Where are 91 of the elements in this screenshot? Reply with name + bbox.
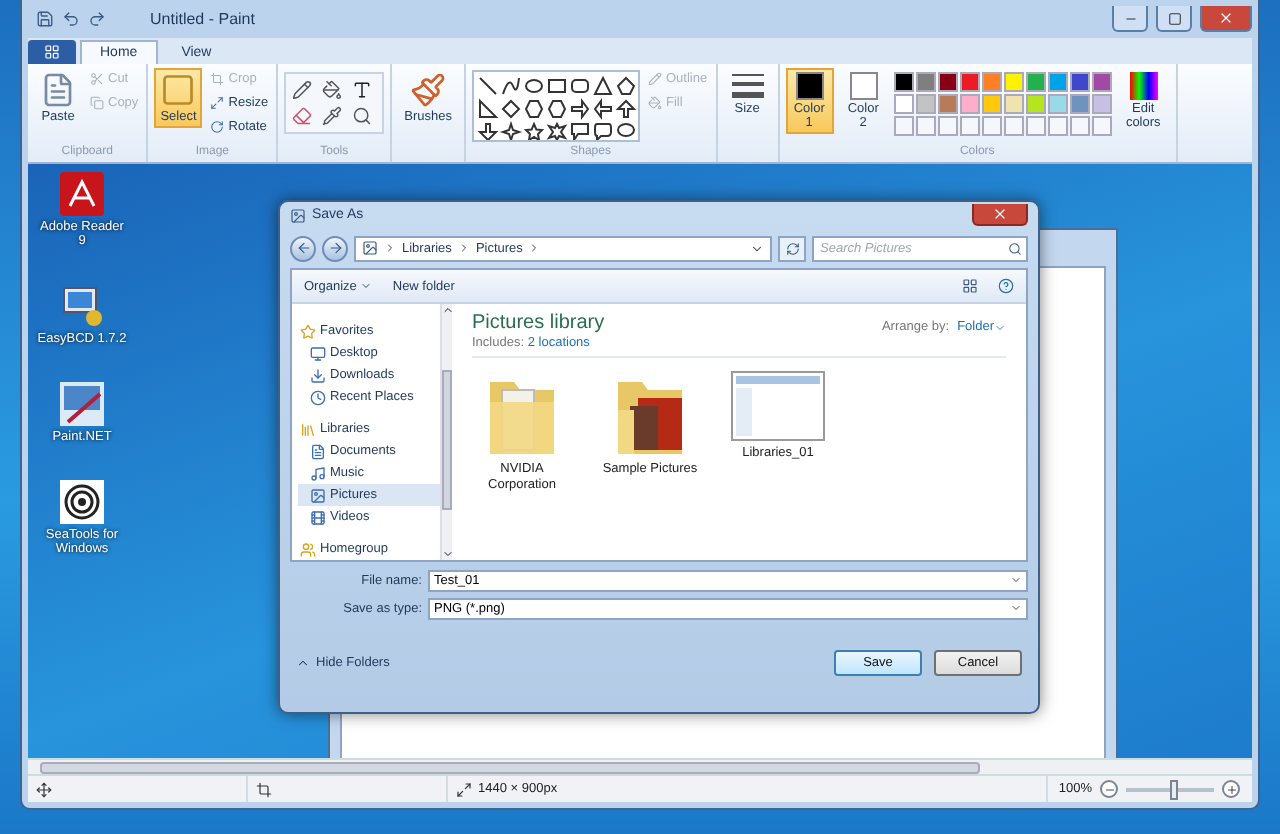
- close-icon: [1218, 10, 1234, 26]
- picture-icon: [310, 487, 326, 503]
- computer-icon: [60, 284, 104, 328]
- plus-icon: [1225, 783, 1237, 795]
- selection-size-icon: [256, 781, 272, 797]
- zoom-in-button[interactable]: [1222, 780, 1240, 798]
- palette-swatch[interactable]: [915, 94, 936, 114]
- horizontal-scrollbar[interactable]: [28, 758, 1252, 774]
- chevron-icon: [528, 242, 541, 254]
- download-icon: [310, 367, 326, 383]
- rotate-icon: [210, 120, 225, 134]
- forward-button[interactable]: [322, 235, 348, 261]
- palette-swatch[interactable]: [893, 72, 914, 92]
- shape-gallery[interactable]: [472, 70, 640, 142]
- search-icon: [1008, 241, 1022, 255]
- palette-swatch[interactable]: [959, 94, 980, 114]
- fill-bucket-icon[interactable]: [322, 80, 343, 100]
- palette-swatch[interactable]: [1069, 72, 1090, 92]
- minimize-button[interactable]: [1112, 6, 1148, 32]
- canvas-size-icon: [456, 781, 472, 797]
- save-icon[interactable]: [36, 10, 54, 28]
- palette-swatch[interactable]: [915, 72, 936, 92]
- paint-app-icon: [60, 382, 104, 426]
- monitor-icon: [310, 345, 326, 361]
- palette-swatch[interactable]: [1069, 94, 1090, 114]
- clock-icon: [310, 389, 326, 405]
- copy-icon: [90, 96, 104, 110]
- refresh-button[interactable]: [778, 235, 806, 261]
- resize-arrows-icon: [210, 96, 225, 110]
- palette-swatch[interactable]: [937, 94, 958, 114]
- close-button[interactable]: [972, 204, 1028, 226]
- palette-swatch[interactable]: [981, 72, 1002, 92]
- back-arrow-icon: [295, 240, 311, 256]
- brush-icon: [410, 72, 447, 108]
- square-icon: [1167, 11, 1181, 25]
- film-icon: [310, 509, 326, 525]
- palette-swatch[interactable]: [981, 94, 1002, 114]
- chevron-icon: [457, 242, 470, 254]
- library-title: Pictures library: [472, 312, 605, 334]
- fill-bucket-icon: [648, 96, 662, 110]
- color-picker-icon[interactable]: [322, 106, 343, 126]
- scrollbar[interactable]: [440, 304, 452, 560]
- window-title: Untitled - Paint: [150, 10, 255, 28]
- eraser-icon[interactable]: [292, 106, 313, 126]
- palette-swatch[interactable]: [1091, 94, 1112, 114]
- minus-icon: [1103, 783, 1115, 795]
- disk-app-icon: [60, 480, 104, 524]
- refresh-icon: [785, 241, 799, 255]
- palette-swatch[interactable]: [937, 72, 958, 92]
- grid-icon: [44, 44, 60, 60]
- clipboard-icon: [40, 72, 76, 108]
- palette-swatch[interactable]: [893, 94, 914, 114]
- zoom-slider-thumb[interactable]: [1170, 779, 1179, 799]
- line-width-icon: [731, 72, 764, 100]
- paint-menu-button[interactable]: [28, 40, 76, 64]
- palette-swatch[interactable]: [1047, 72, 1068, 92]
- drawing-canvas[interactable]: [28, 164, 1252, 758]
- palette-swatch[interactable]: [1025, 94, 1046, 114]
- document-icon: [310, 443, 326, 459]
- view-options-icon[interactable]: [962, 278, 978, 294]
- zoom-out-button[interactable]: [1100, 780, 1118, 798]
- palette-swatch[interactable]: [1047, 94, 1068, 114]
- close-icon: [992, 206, 1008, 222]
- redo-icon[interactable]: [88, 10, 106, 28]
- cursor-position-icon: [36, 781, 52, 797]
- palette-swatch[interactable]: [1003, 72, 1024, 92]
- palette-swatch[interactable]: [1025, 72, 1046, 92]
- palette-swatch[interactable]: [1091, 72, 1112, 92]
- pdf-app-icon: [60, 172, 104, 216]
- forward-arrow-icon: [327, 240, 343, 256]
- undo-icon[interactable]: [62, 10, 80, 28]
- dropdown-icon: [750, 241, 764, 255]
- palette-swatch[interactable]: [1003, 94, 1024, 114]
- chevron-icon: [384, 242, 396, 254]
- people-icon: [300, 541, 316, 557]
- back-button[interactable]: [290, 235, 316, 261]
- music-icon: [310, 465, 326, 481]
- text-icon[interactable]: [352, 80, 373, 100]
- pencil-icon[interactable]: [292, 80, 313, 100]
- scissors-icon: [90, 72, 104, 86]
- maximize-button[interactable]: [1156, 6, 1192, 32]
- crop-icon: [210, 72, 225, 86]
- help-icon[interactable]: [998, 278, 1014, 294]
- pencil-icon: [648, 72, 662, 86]
- color-spectrum-icon: [1129, 72, 1158, 100]
- screenshot-thumbnail-icon: [730, 370, 826, 442]
- palette-swatch[interactable]: [959, 72, 980, 92]
- magnifier-icon[interactable]: [352, 106, 373, 126]
- square-icon: [160, 72, 197, 108]
- star-icon: [300, 323, 316, 339]
- close-button[interactable]: [1200, 6, 1252, 32]
